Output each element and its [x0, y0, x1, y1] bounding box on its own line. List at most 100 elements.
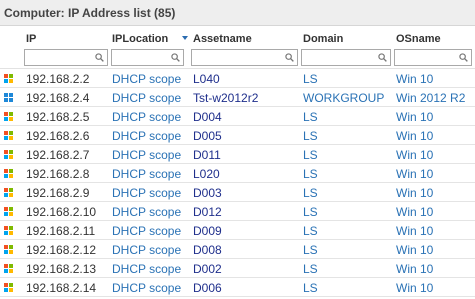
column-header-domain[interactable]: Domain [303, 33, 343, 45]
table-row[interactable]: 192.168.2.14 DHCP scope D006 LS Win 10 [0, 278, 475, 297]
iplocation-link[interactable]: DHCP scope [112, 281, 181, 295]
assetname-link[interactable]: L040 [193, 72, 220, 86]
domain-link[interactable]: LS [303, 224, 318, 238]
iplocation-link[interactable]: DHCP scope [112, 148, 181, 162]
windows-logo-icon [4, 74, 13, 83]
domain-link[interactable]: LS [303, 243, 318, 257]
osname-link[interactable]: Win 2012 R2 [396, 91, 465, 105]
domain-link[interactable]: LS [303, 148, 318, 162]
windows-logo-icon [4, 207, 13, 216]
column-header-assetname[interactable]: Assetname [193, 33, 252, 45]
table-row[interactable]: 192.168.2.10 DHCP scope D012 LS Win 10 [0, 202, 475, 221]
panel-title: Computer: IP Address list (85) [0, 0, 475, 26]
iplocation-link[interactable]: DHCP scope [112, 262, 181, 276]
domain-filter [301, 49, 391, 66]
windows-logo-icon [4, 112, 13, 121]
domain-link[interactable]: LS [303, 72, 318, 86]
domain-link[interactable]: LS [303, 186, 318, 200]
ip-filter [24, 49, 108, 66]
ip-cell: 192.168.2.12 [26, 243, 97, 257]
osname-link[interactable]: Win 10 [396, 148, 433, 162]
ip-cell: 192.168.2.4 [26, 91, 90, 105]
table-body: 192.168.2.2 DHCP scope L040 LS Win 10 19… [0, 69, 475, 297]
table-row[interactable]: 192.168.2.2 DHCP scope L040 LS Win 10 [0, 69, 475, 88]
windows-logo-icon [4, 264, 13, 273]
table-row[interactable]: 192.168.2.6 DHCP scope D005 LS Win 10 [0, 126, 475, 145]
table-row[interactable]: 192.168.2.7 DHCP scope D011 LS Win 10 [0, 145, 475, 164]
column-header-osname[interactable]: OSname [396, 33, 441, 45]
windows-logo-icon [4, 245, 13, 254]
assetname-link[interactable]: D003 [193, 186, 222, 200]
assetname-link[interactable]: D005 [193, 129, 222, 143]
ip-cell: 192.168.2.7 [26, 148, 90, 162]
assetname-link[interactable]: D009 [193, 224, 222, 238]
assetname-filter-input[interactable] [192, 50, 297, 66]
ip-cell: 192.168.2.14 [26, 281, 97, 295]
assetname-filter [191, 49, 298, 66]
assetname-link[interactable]: D011 [193, 148, 221, 162]
assetname-link[interactable]: L020 [193, 167, 220, 181]
osname-link[interactable]: Win 10 [396, 224, 433, 238]
iplocation-link[interactable]: DHCP scope [112, 243, 181, 257]
table-row[interactable]: 192.168.2.12 DHCP scope D008 LS Win 10 [0, 240, 475, 259]
osname-link[interactable]: Win 10 [396, 167, 433, 181]
table-row[interactable]: 192.168.2.9 DHCP scope D003 LS Win 10 [0, 183, 475, 202]
windows-logo-icon [4, 131, 13, 140]
domain-link[interactable]: LS [303, 281, 318, 295]
windows-logo-icon [4, 283, 13, 292]
iplocation-link[interactable]: DHCP scope [112, 129, 181, 143]
osname-link[interactable]: Win 10 [396, 281, 433, 295]
search-icon[interactable] [171, 53, 180, 62]
osname-link[interactable]: Win 10 [396, 205, 433, 219]
table-row[interactable]: 192.168.2.11 DHCP scope D009 LS Win 10 [0, 221, 475, 240]
osname-link[interactable]: Win 10 [396, 72, 433, 86]
iplocation-link[interactable]: DHCP scope [112, 91, 181, 105]
assetname-link[interactable]: Tst-w2012r2 [193, 91, 258, 105]
windows-logo-icon [4, 226, 13, 235]
search-icon[interactable] [378, 53, 387, 62]
search-icon[interactable] [95, 53, 104, 62]
domain-link[interactable]: LS [303, 110, 318, 124]
iplocation-link[interactable]: DHCP scope [112, 110, 181, 124]
osname-link[interactable]: Win 10 [396, 243, 433, 257]
osname-link[interactable]: Win 10 [396, 129, 433, 143]
search-icon[interactable] [285, 53, 294, 62]
domain-link[interactable]: WORKGROUP [303, 91, 384, 105]
ip-cell: 192.168.2.2 [26, 72, 90, 86]
osname-filter [394, 49, 472, 66]
assetname-link[interactable]: D008 [193, 243, 222, 257]
column-header-ip[interactable]: IP [26, 33, 36, 45]
osname-link[interactable]: Win 10 [396, 110, 433, 124]
domain-link[interactable]: LS [303, 262, 318, 276]
domain-filter-input[interactable] [302, 50, 390, 66]
column-header-iplocation[interactable]: IPLocation [112, 33, 168, 45]
assetname-link[interactable]: D012 [193, 205, 222, 219]
table-row[interactable]: 192.168.2.4 DHCP scope Tst-w2012r2 WORKG… [0, 88, 475, 107]
sort-descending-icon [182, 36, 188, 40]
ip-cell: 192.168.2.6 [26, 129, 90, 143]
table-row[interactable]: 192.168.2.5 DHCP scope D004 LS Win 10 [0, 107, 475, 126]
domain-link[interactable]: LS [303, 205, 318, 219]
iplocation-link[interactable]: DHCP scope [112, 72, 181, 86]
iplocation-link[interactable]: DHCP scope [112, 224, 181, 238]
search-icon[interactable] [459, 53, 468, 62]
iplocation-link[interactable]: DHCP scope [112, 167, 181, 181]
windows-logo-icon [4, 188, 13, 197]
filter-row [0, 48, 475, 69]
assetname-link[interactable]: D002 [193, 262, 222, 276]
ip-address-grid: IP IPLocation Assetname Domain OSname 19… [0, 27, 475, 297]
iplocation-link[interactable]: DHCP scope [112, 186, 181, 200]
assetname-link[interactable]: D004 [193, 110, 222, 124]
iplocation-link[interactable]: DHCP scope [112, 205, 181, 219]
iplocation-filter [111, 49, 184, 66]
table-row[interactable]: 192.168.2.13 DHCP scope D002 LS Win 10 [0, 259, 475, 278]
ip-cell: 192.168.2.10 [26, 205, 97, 219]
ip-cell: 192.168.2.11 [26, 224, 96, 238]
domain-link[interactable]: LS [303, 167, 318, 181]
domain-link[interactable]: LS [303, 129, 318, 143]
table-row[interactable]: 192.168.2.8 DHCP scope L020 LS Win 10 [0, 164, 475, 183]
osname-link[interactable]: Win 10 [396, 186, 433, 200]
osname-link[interactable]: Win 10 [396, 262, 433, 276]
assetname-link[interactable]: D006 [193, 281, 222, 295]
ip-cell: 192.168.2.13 [26, 262, 97, 276]
